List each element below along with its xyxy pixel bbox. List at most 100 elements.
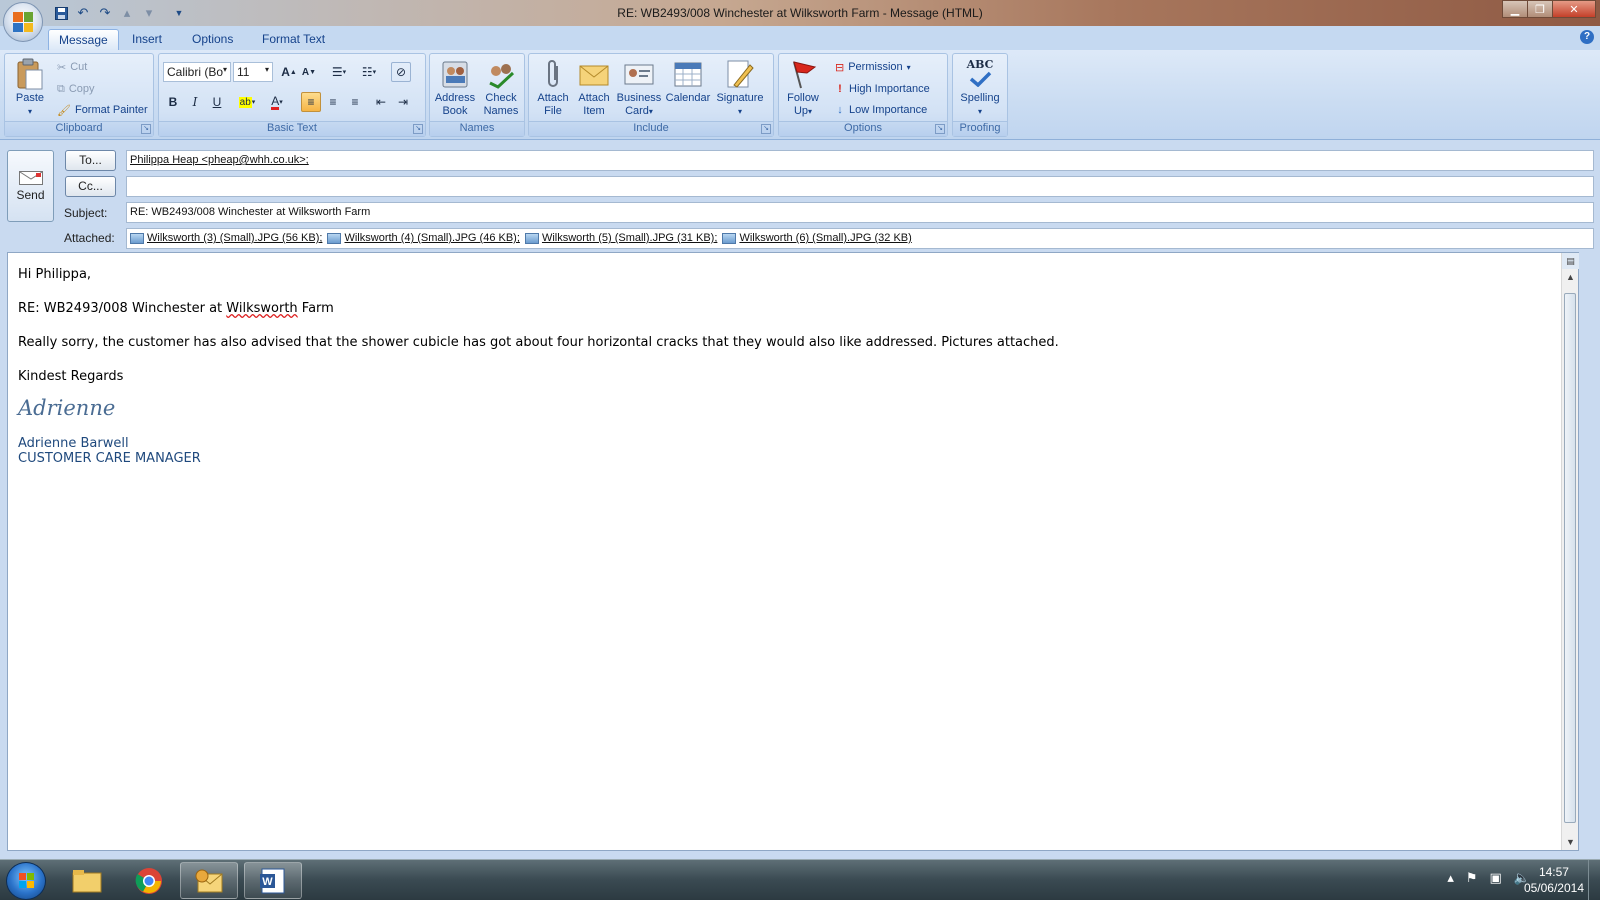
bullets-icon[interactable]: ☰ ▾ bbox=[325, 62, 353, 82]
permission-button[interactable]: ⊟ Permission ▾ bbox=[835, 58, 911, 76]
attachment-item[interactable]: Wilksworth (6) (Small).JPG (32 KB) bbox=[722, 232, 912, 244]
action-center-flag-icon[interactable]: ⚑ bbox=[1466, 870, 1478, 886]
misspelled-word[interactable]: Wilksworth bbox=[226, 301, 297, 316]
scroll-down-icon[interactable]: ▼ bbox=[1562, 834, 1579, 850]
high-importance-button[interactable]: ! High Importance bbox=[835, 80, 930, 98]
vertical-scrollbar[interactable]: ▤ ▲ ▼ bbox=[1561, 253, 1579, 850]
cut-button[interactable]: ✂ Cut bbox=[57, 58, 87, 76]
scroll-thumb[interactable] bbox=[1564, 293, 1576, 823]
tab-format-text[interactable]: Format Text bbox=[252, 29, 335, 50]
attachment-item[interactable]: Wilksworth (5) (Small).JPG (31 KB); bbox=[524, 232, 717, 244]
start-button[interactable] bbox=[6, 862, 46, 900]
system-clock[interactable]: 14:57 05/06/2014 bbox=[1524, 864, 1584, 896]
maximize-button[interactable]: ❐ bbox=[1527, 0, 1553, 18]
word-taskbar-button[interactable]: W bbox=[244, 862, 302, 899]
bold-icon[interactable]: B bbox=[163, 92, 183, 112]
clock-date: 05/06/2014 bbox=[1523, 881, 1584, 895]
cc-field[interactable] bbox=[126, 176, 1594, 197]
reference-line: RE: WB2493/008 Winchester at Wilksworth … bbox=[18, 301, 1059, 316]
send-button[interactable]: Send bbox=[7, 150, 54, 222]
network-icon[interactable]: ▣ bbox=[1490, 870, 1502, 886]
shrink-font-icon[interactable]: A ▼ bbox=[299, 62, 319, 82]
signature-button[interactable]: Signature ▾ bbox=[713, 58, 767, 120]
options-launcher-icon[interactable]: ↘ bbox=[935, 124, 945, 134]
font-name-dropdown-icon: ▾ bbox=[222, 65, 227, 74]
attachment-item[interactable]: Wilksworth (4) (Small).JPG (46 KB); bbox=[327, 232, 520, 244]
clipboard-launcher-icon[interactable]: ↘ bbox=[141, 124, 151, 134]
basic-text-group: Calibri (Bo ▾ 11 ▾ A ▲ A ▼ ☰ ▾ ☷ ▾ ⊘ B I U ab ▾… bbox=[158, 53, 426, 137]
image-file-icon bbox=[327, 232, 342, 244]
italic-icon[interactable]: I bbox=[185, 92, 205, 112]
attach-item-button[interactable]: Attach Item bbox=[573, 58, 615, 120]
calendar-button[interactable]: Calendar bbox=[663, 58, 713, 120]
minimize-button[interactable]: ▁ bbox=[1502, 0, 1528, 18]
business-card-dropdown-icon: ▾ bbox=[648, 107, 653, 116]
attachment-item[interactable]: Wilksworth (3) (Small).JPG (56 KB); bbox=[130, 232, 322, 244]
office-button[interactable] bbox=[3, 2, 43, 42]
cc-button[interactable]: Cc... bbox=[65, 176, 116, 197]
check-names-button[interactable]: Check Names bbox=[478, 58, 524, 120]
highlight-icon[interactable]: ab ▾ bbox=[233, 92, 261, 112]
format-painter-button[interactable]: 🖌 Format Painter bbox=[57, 101, 148, 119]
attach-item-label-1: Attach bbox=[578, 92, 610, 104]
svg-text:W: W bbox=[262, 876, 273, 888]
font-name-select[interactable]: Calibri (Bo ▾ bbox=[163, 62, 231, 82]
business-card-icon bbox=[623, 58, 655, 90]
tab-insert[interactable]: Insert bbox=[122, 29, 172, 50]
decrease-indent-icon[interactable]: ⇤ bbox=[371, 92, 391, 112]
business-card-button[interactable]: Business Card▾ bbox=[615, 58, 663, 120]
permission-icon: ⊟ bbox=[835, 61, 845, 74]
outlook-icon bbox=[195, 869, 223, 892]
ruler-toggle-icon[interactable]: ▤ bbox=[1562, 253, 1579, 269]
spelling-dropdown-icon: ▾ bbox=[977, 107, 982, 116]
explorer-taskbar-button[interactable] bbox=[58, 862, 116, 899]
font-color-icon[interactable]: A ▾ bbox=[263, 92, 291, 112]
to-field[interactable]: Philippa Heap <pheap@whh.co.uk>; bbox=[126, 150, 1594, 171]
chrome-taskbar-button[interactable] bbox=[120, 862, 178, 899]
copy-button[interactable]: ⧉ Copy bbox=[57, 80, 95, 98]
tab-options[interactable]: Options bbox=[182, 29, 243, 50]
font-size-select[interactable]: 11 ▾ bbox=[233, 62, 273, 82]
names-group: Address Book Check Names Names bbox=[429, 53, 525, 137]
outlook-taskbar-button[interactable] bbox=[180, 862, 238, 899]
address-book-label-2: Book bbox=[442, 105, 468, 117]
align-right-icon[interactable]: ≡ bbox=[345, 92, 365, 112]
attachments-field[interactable]: Wilksworth (3) (Small).JPG (56 KB); Wilk… bbox=[126, 228, 1594, 249]
attach-file-label-2: File bbox=[544, 105, 562, 117]
align-center-icon[interactable]: ≡ bbox=[323, 92, 343, 112]
send-envelope-icon bbox=[18, 171, 43, 185]
low-importance-button[interactable]: ↓ Low Importance bbox=[835, 101, 927, 119]
underline-icon[interactable]: U bbox=[207, 92, 227, 112]
address-book-label-1: Address bbox=[434, 92, 476, 104]
message-body[interactable]: Hi Philippa, RE: WB2493/008 Winchester a… bbox=[7, 252, 1579, 851]
window-title: RE: WB2493/008 Winchester at Wilksworth … bbox=[617, 6, 983, 20]
reference-prefix: RE: WB2493/008 Winchester at bbox=[18, 301, 227, 316]
clear-formatting-icon[interactable]: ⊘ bbox=[391, 62, 411, 82]
spelling-button[interactable]: ABC Spelling ▾ bbox=[955, 58, 1005, 120]
increase-indent-icon[interactable]: ⇥ bbox=[393, 92, 413, 112]
office-logo-icon bbox=[13, 12, 33, 32]
to-button[interactable]: To... bbox=[65, 150, 116, 171]
address-book-button[interactable]: Address Book bbox=[432, 58, 478, 120]
subject-field[interactable]: RE: WB2493/008 Winchester at Wilksworth … bbox=[126, 202, 1594, 223]
paste-button[interactable]: Paste ▾ bbox=[9, 58, 51, 120]
grow-font-icon[interactable]: A ▲ bbox=[279, 62, 299, 82]
include-launcher-icon[interactable]: ↘ bbox=[761, 124, 771, 134]
show-desktop-button[interactable] bbox=[1588, 860, 1600, 900]
basic-text-launcher-icon[interactable]: ↘ bbox=[413, 124, 423, 134]
low-importance-label: Low Importance bbox=[849, 104, 928, 116]
close-button[interactable]: ✕ bbox=[1552, 0, 1596, 18]
to-recipient[interactable]: Philippa Heap <pheap@whh.co.uk>; bbox=[130, 154, 309, 166]
tab-message[interactable]: Message bbox=[48, 29, 119, 50]
help-icon[interactable]: ? bbox=[1580, 30, 1594, 44]
show-hidden-icons-icon[interactable]: ▴ bbox=[1447, 870, 1454, 886]
align-left-icon[interactable]: ≡ bbox=[301, 92, 321, 112]
sender-name: Adrienne Barwell bbox=[18, 436, 129, 451]
attach-file-button[interactable]: Attach File bbox=[531, 58, 575, 120]
clock-time: 14:57 bbox=[1538, 865, 1569, 879]
follow-up-button[interactable]: Follow Up▾ bbox=[781, 58, 825, 120]
message-text[interactable]: Hi Philippa, RE: WB2493/008 Winchester a… bbox=[18, 267, 1059, 466]
scroll-up-icon[interactable]: ▲ bbox=[1562, 269, 1579, 285]
numbering-icon[interactable]: ☷ ▾ bbox=[355, 62, 383, 82]
follow-up-dropdown-icon: ▾ bbox=[808, 107, 813, 116]
